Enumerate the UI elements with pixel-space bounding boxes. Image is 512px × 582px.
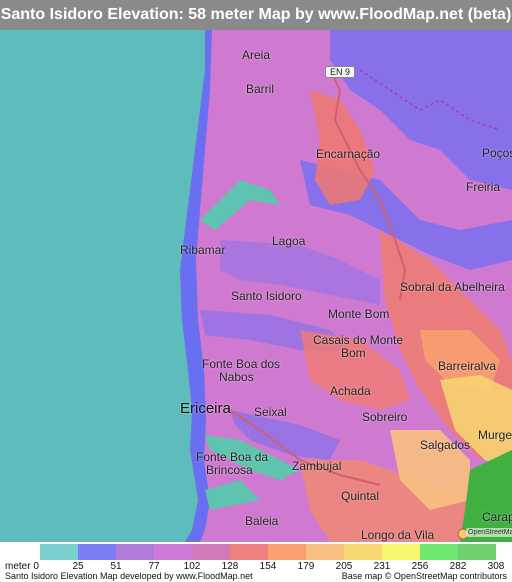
place-longo-da-vila: Longo da Vila [361,528,435,542]
place-areia: Areia [242,48,271,62]
place-carap: Carap [482,510,512,524]
place-salgados: Salgados [420,438,471,452]
place-fonte-boa-da-line2: Brincosa [206,463,253,477]
legend-tick: 154 [259,561,277,572]
place-encarnacao: Encarnação [316,147,381,161]
place-casais-line2: Bom [341,346,366,360]
place-santo-isidoro: Santo Isidoro [231,289,302,303]
legend-swatch [116,544,154,560]
road-label-en9: EN 9 [325,66,356,78]
legend-swatch [78,544,116,560]
legend-swatch [40,544,78,560]
legend-swatch [154,544,192,560]
place-monte-bom: Monte Bom [328,307,390,321]
place-seixal: Seixal [254,405,287,419]
legend-swatch [420,544,458,560]
place-pocos: Poços [482,146,512,160]
place-sobral: Sobral da Abelheira [400,280,505,294]
credit-osm: Base map © OpenStreetMap contributors [341,571,507,581]
place-casais-line1: Casais do Monte [313,333,404,347]
title-bar: Santo Isidoro Elevation: 58 meter Map by… [0,0,512,30]
elevation-legend: meter 0 25 51 77 102 128 154 179 205 231 256 282 30… [0,542,512,582]
legend-swatch [268,544,306,560]
legend-swatch [458,544,496,560]
place-fonte-boa-line2: Nabos [219,370,254,384]
place-fonte-boa-line1: Fonte Boa dos [202,357,281,371]
place-zambujal: Zambujal [292,459,342,473]
place-lagoa: Lagoa [272,234,306,248]
place-achada: Achada [330,384,371,398]
legend-tick: 179 [297,561,315,572]
place-ribamar: Ribamar [180,243,226,257]
place-barril: Barril [246,82,275,96]
place-quintal: Quintal [341,489,380,503]
legend-swatch [382,544,420,560]
page-title: Santo Isidoro Elevation: 58 meter Map by… [0,6,512,23]
place-baleia: Baleia [245,514,279,528]
osm-logo: OpenStreetMap [466,528,512,537]
place-sobreiro: Sobreiro [362,410,408,424]
place-ericeira: Ericeira [180,400,231,417]
place-freiria: Freiria [466,180,501,194]
sea [0,30,205,542]
place-fonte-boa-da-line1: Fonte Boa da [196,450,269,464]
legend-swatch [192,544,230,560]
credit-floodmap: Santo Isidoro Elevation Map developed by… [5,571,253,581]
legend-swatch [344,544,382,560]
legend-swatch [230,544,268,560]
place-murgeira: Murgeira [478,428,512,442]
legend-swatch [306,544,344,560]
elevation-map[interactable]: Areia Barril EN 9 Encarnação Poços Freir… [0,30,512,542]
place-barreiralva: Barreiralva [438,359,497,373]
